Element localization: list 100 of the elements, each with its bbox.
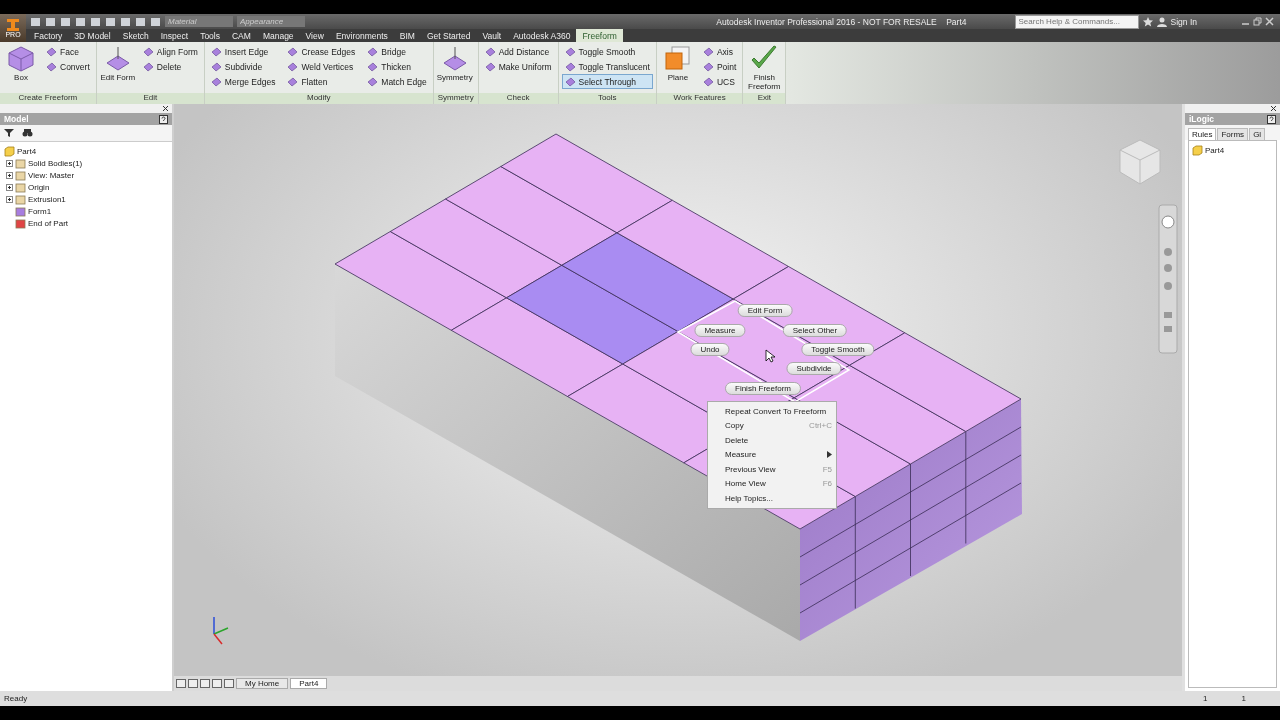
menu-tab[interactable]: Sketch [116,29,155,42]
ribbon-button[interactable]: Face [43,44,93,59]
menu-tab[interactable]: Factory [28,29,69,42]
menu-item[interactable]: Help Topics... [708,491,836,506]
close-icon[interactable] [1270,105,1277,112]
group-label: Edit [96,93,204,104]
tree-item[interactable]: Origin [4,181,168,193]
search-field[interactable]: Search Help & Commands... [1014,14,1139,29]
menu-item[interactable]: Delete [708,433,836,448]
tree-item[interactable]: Extrusion1 [4,193,168,205]
ribbon-button[interactable]: Select Through [561,74,653,89]
ribbon-button[interactable]: Match Edge [364,74,430,89]
user-icon[interactable] [1156,16,1167,27]
marking-menu-item[interactable]: Measure [694,324,746,337]
toolbar-icon[interactable] [30,16,41,27]
toolbar-icon[interactable] [45,16,56,27]
menu-item[interactable]: Home View F6 [708,476,836,491]
material-field[interactable]: Material [165,16,233,27]
navigation-bar-drawing[interactable] [1158,204,1178,354]
ribbon-button[interactable]: Weld Vertices [284,59,359,74]
menu-tab[interactable]: BIM [393,29,421,42]
ribbon-button[interactable]: Align Form [139,44,201,59]
plus-box-icon[interactable] [6,171,13,179]
menu-tab[interactable]: Manage [256,29,300,42]
toolbar-icon[interactable] [135,16,146,27]
appearance-field[interactable]: Appearance [237,16,305,27]
document-tab[interactable]: Part4 [290,678,328,689]
tree-item[interactable]: End of Part [4,217,168,229]
document-tab[interactable]: My Home [236,678,289,689]
sign-in-link[interactable]: Sign In [1170,16,1237,27]
ribbon-button[interactable]: Bridge [364,44,430,59]
ribbon-button[interactable]: Point [699,59,740,74]
menu-tab[interactable]: View [299,29,330,42]
tree-item[interactable]: Solid Bodies(1) [4,157,168,169]
toolbar-icon[interactable] [60,16,71,27]
star-icon[interactable] [1142,16,1153,27]
tree-item[interactable]: View: Master [4,169,168,181]
ribbon-button[interactable]: Axis [699,44,740,59]
ribbon-button[interactable]: Convert [43,59,93,74]
diamond-icon [46,61,57,72]
marking-menu-item[interactable]: Finish Freeform [725,382,801,395]
plus-box-icon[interactable] [6,183,13,191]
ribbon-button[interactable]: Crease Edges [284,44,359,59]
marking-menu-item[interactable]: Undo [690,343,730,356]
ribbon-button[interactable]: Edit Form [99,44,136,91]
menu-tab[interactable]: Vault [476,29,508,42]
marking-menu-item[interactable]: Edit Form [737,304,793,317]
marking-menu-item[interactable]: Subdivide [786,362,842,375]
toolbar-icon[interactable] [90,16,101,27]
ribbon-button[interactable]: UCS [699,74,740,89]
menu-tab[interactable]: CAM [226,29,257,42]
menu-item[interactable]: Previous View F5 [708,462,836,477]
binoculars-icon[interactable] [22,128,33,138]
plus-box-icon[interactable] [6,195,13,203]
ribbon-button[interactable]: Symmetry [436,44,473,91]
toolbar-icon[interactable] [150,16,161,27]
tree-item[interactable]: Part4 [1192,144,1273,156]
menu-tab[interactable]: Freeform [576,29,623,42]
toolbar-icon[interactable] [105,16,116,27]
ribbon-button[interactable]: Subdivide [207,59,279,74]
panel-tab[interactable]: Forms [1217,128,1249,140]
menu-tab[interactable]: Autodesk A360 [507,29,577,42]
panel-tab[interactable]: Rules [1188,128,1217,140]
plus-box-icon[interactable] [6,159,13,167]
marking-menu-item[interactable]: Toggle Smooth [801,343,875,356]
ribbon-button[interactable]: Toggle Smooth [561,44,653,59]
ribbon-button[interactable]: Toggle Translucent [561,59,653,74]
help-icon[interactable] [1267,114,1276,124]
toolbar-icon[interactable] [120,16,131,27]
ribbon-button[interactable]: Add Distance [481,44,555,59]
diamond-icon [702,61,714,72]
filter-icon[interactable] [4,128,14,138]
ribbon-button[interactable]: Make Uniform [481,59,555,74]
menu-tab[interactable]: Tools [194,29,226,42]
diamond-icon [46,46,57,57]
menu-tab[interactable]: Environments [329,29,394,42]
ribbon-button[interactable]: Delete [139,59,201,74]
close-icon[interactable] [162,105,169,112]
help-icon[interactable] [159,114,168,124]
ribbon-button[interactable]: Flatten [284,74,359,89]
ribbon-button[interactable]: Plane [659,44,696,91]
ribbon-button[interactable]: Thicken [364,59,430,74]
ribbon-button[interactable]: Merge Edges [207,74,279,89]
marking-menu-item[interactable]: Select Other [782,324,848,337]
ribbon-button[interactable]: Finish Freeform [746,44,783,91]
ribbon-button[interactable]: Insert Edge [207,44,279,59]
i-beam-icon [6,18,20,31]
menu-tab[interactable]: Inspect [154,29,195,42]
toolbar-icon[interactable] [75,16,86,27]
menu-tab[interactable]: 3D Model [68,29,117,42]
tree-item[interactable]: Part4 [4,145,168,157]
menu-item[interactable]: Measure [708,447,836,462]
group-label: Symmetry [433,93,478,104]
restore-icon[interactable] [1253,17,1262,26]
menu-tab[interactable]: Get Started [420,29,477,42]
menu-item[interactable]: Copy Ctrl+C [708,418,836,433]
ribbon-button[interactable]: Box [3,44,39,91]
panel-tab[interactable]: Gl [1249,128,1266,140]
tree-item[interactable]: Form1 [4,205,168,217]
menu-item[interactable]: Repeat Convert To Freeform [708,404,836,419]
